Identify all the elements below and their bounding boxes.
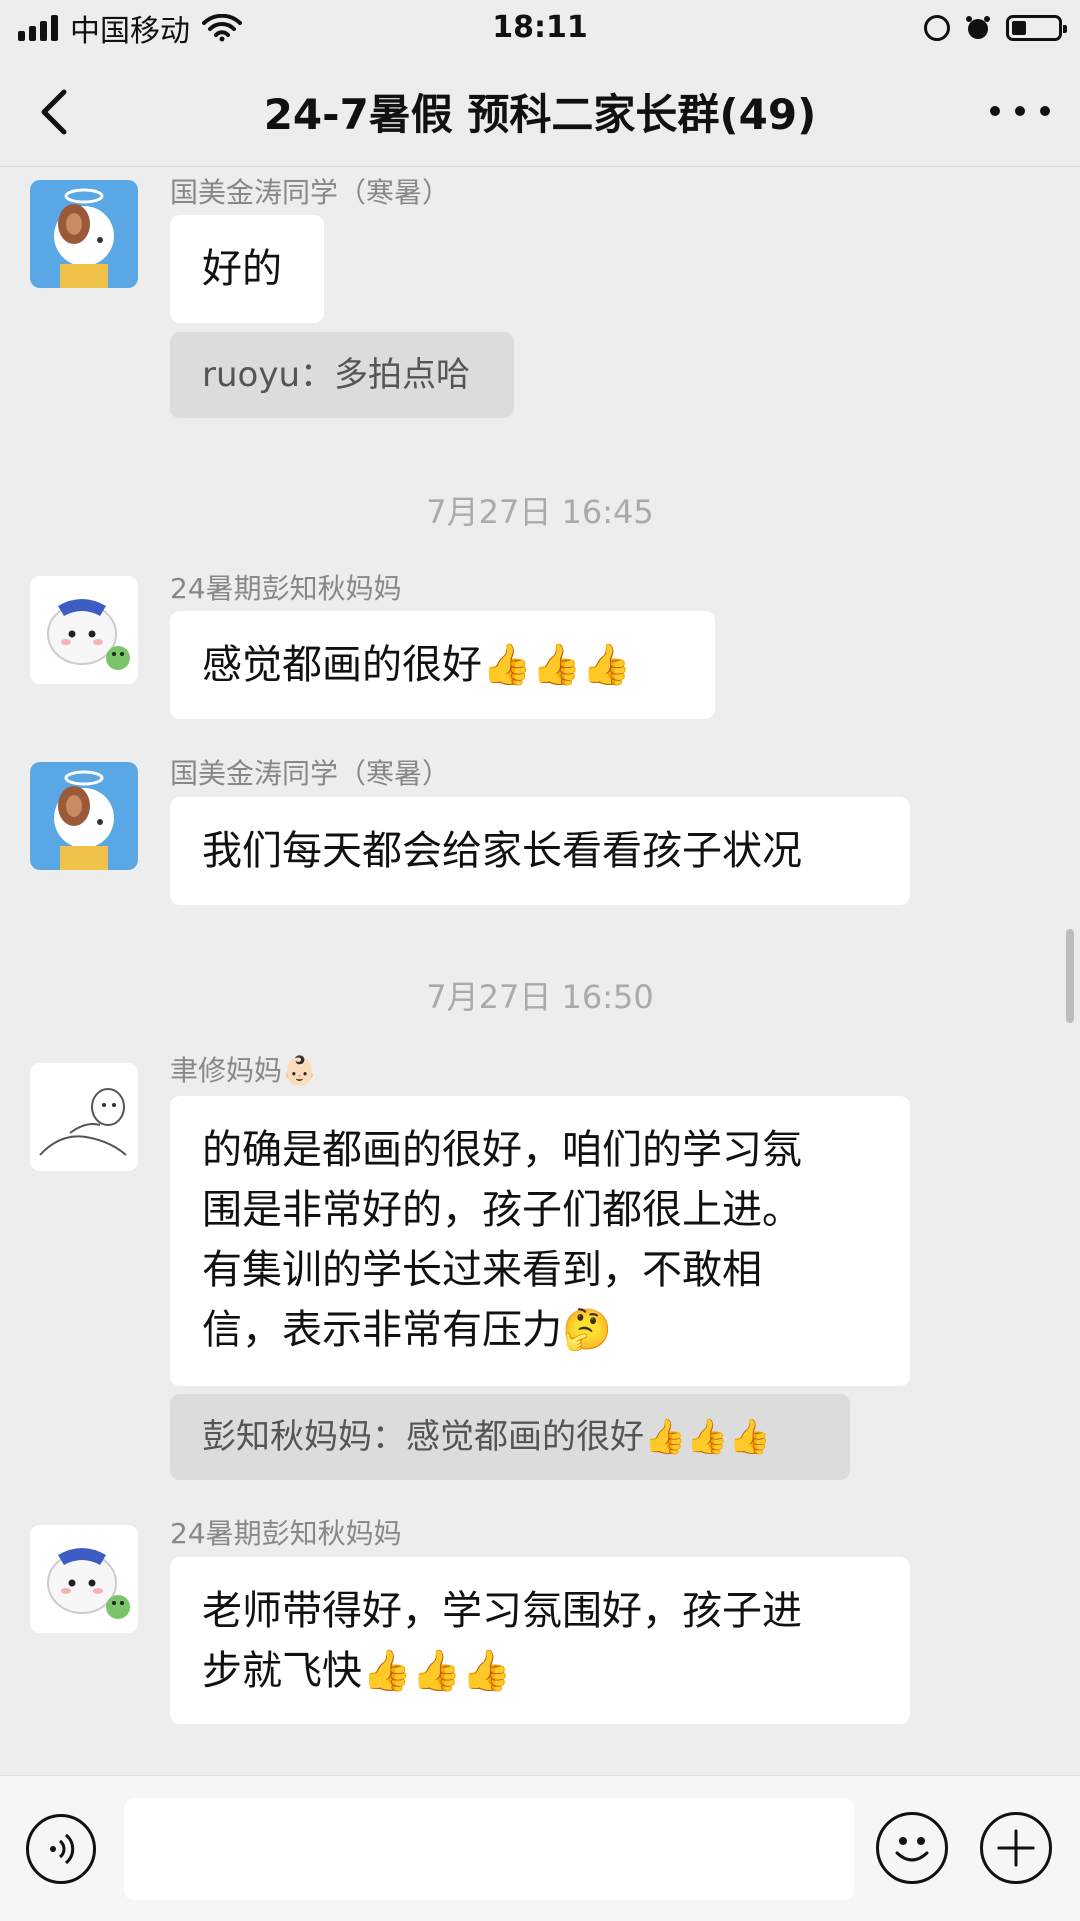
orientation-lock-icon: [924, 15, 950, 41]
message-line: 的确是都画的很好，咱们的学习氛: [202, 1127, 802, 1173]
avatar[interactable]: [30, 1063, 138, 1171]
message-bubble[interactable]: 我们每天都会给家长看看孩子状况: [170, 797, 910, 905]
sender-name: 聿修妈妈👶🏻: [170, 1054, 317, 1087]
emoji-icon[interactable]: [876, 1812, 948, 1884]
status-bar: 中国移动 18:11: [0, 0, 1080, 56]
message-bubble[interactable]: 老师带得好，学习氛围好，孩子进 步就飞快👍👍👍: [170, 1557, 910, 1724]
back-chevron-icon[interactable]: [30, 84, 80, 140]
message-input[interactable]: [124, 1798, 854, 1900]
avatar[interactable]: [30, 1525, 138, 1633]
avatar[interactable]: [30, 762, 138, 870]
message-bubble[interactable]: 感觉都画的很好👍👍👍: [170, 611, 715, 719]
scrollbar[interactable]: [1066, 929, 1074, 1023]
input-bar: [0, 1775, 1080, 1921]
plus-icon[interactable]: [980, 1812, 1052, 1884]
sender-name: 国美金涛同学（寒暑）: [170, 176, 451, 209]
quoted-message[interactable]: ruoyu：多拍点哈: [170, 332, 514, 418]
message-timestamp: 7月27日 16:50: [426, 978, 654, 1016]
message-bubble[interactable]: 的确是都画的很好，咱们的学习氛 围是非常好的，孩子们都很上进。 有集训的学长过来…: [170, 1096, 910, 1386]
nav-bar: 24-7暑假 预科二家长群(49): [0, 56, 1080, 167]
voice-icon[interactable]: [26, 1814, 96, 1884]
battery-icon: [1006, 15, 1067, 41]
chat-area[interactable]: 国美金涛同学（寒暑） 好的 ruoyu：多拍点哈 7月27日 16:45 24暑…: [0, 167, 1080, 1775]
message-line: 老师带得好，学习氛围好，孩子进: [202, 1588, 802, 1634]
message-line: 有集训的学长过来看到，不敢相: [202, 1247, 762, 1293]
message-line: 信，表示非常有压力🤔: [202, 1307, 612, 1353]
avatar[interactable]: [30, 576, 138, 684]
message-bubble[interactable]: 好的: [170, 215, 324, 323]
sender-name: 24暑期彭知秋妈妈: [170, 1517, 402, 1550]
avatar[interactable]: [30, 180, 138, 288]
status-time: 18:11: [492, 10, 588, 45]
message-line: 围是非常好的，孩子们都很上进。: [202, 1187, 802, 1233]
quoted-message[interactable]: 彭知秋妈妈：感觉都画的很好👍👍👍: [170, 1394, 850, 1480]
sender-name: 24暑期彭知秋妈妈: [170, 572, 402, 605]
message-line: 步就飞快👍👍👍: [202, 1648, 512, 1694]
sender-name: 国美金涛同学（寒暑）: [170, 757, 451, 790]
chat-title: 24-7暑假 预科二家长群(49): [263, 89, 817, 139]
message-timestamp: 7月27日 16:45: [426, 493, 654, 531]
more-dots-icon[interactable]: [990, 96, 1050, 126]
